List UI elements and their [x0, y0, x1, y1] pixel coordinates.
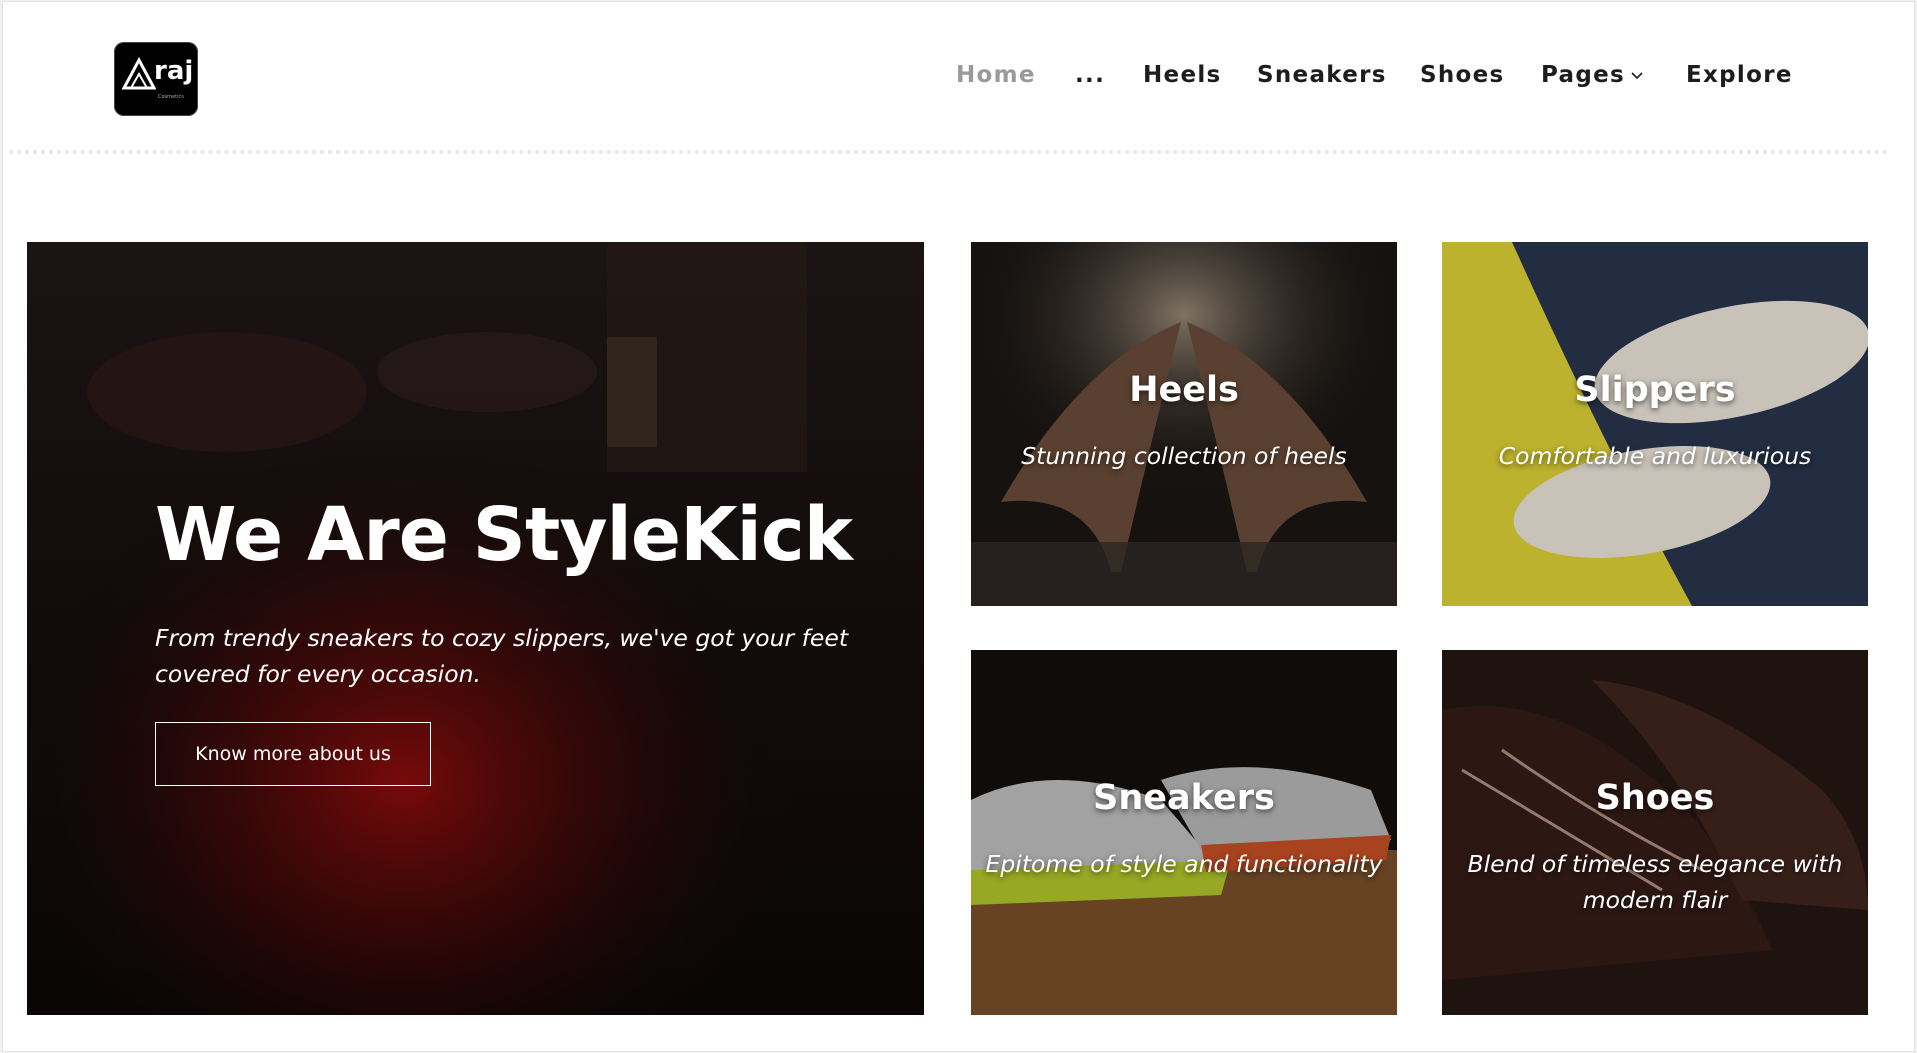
- slippers-title: Slippers: [1574, 370, 1736, 410]
- shoes-image: [1442, 650, 1868, 1015]
- hero-banner: We Are StyleKick From trendy sneakers to…: [27, 242, 924, 1015]
- nav-item-shoes[interactable]: Shoes: [1420, 62, 1505, 88]
- nav-item-heels[interactable]: Heels: [1143, 62, 1222, 88]
- category-card-heels[interactable]: Heels Stunning collection of heels: [971, 242, 1397, 606]
- nav-item-more[interactable]: ...: [1075, 62, 1105, 88]
- sneakers-image: [971, 650, 1397, 1015]
- logo-subtext: Cosmetics: [158, 94, 184, 100]
- sneakers-title: Sneakers: [1093, 778, 1275, 818]
- heels-subtitle: Stunning collection of heels: [1021, 442, 1347, 470]
- category-card-sneakers[interactable]: Sneakers Epitome of style and functional…: [971, 650, 1397, 1015]
- chevron-down-icon: [1631, 71, 1643, 79]
- slippers-image: [1442, 242, 1868, 606]
- shoes-title: Shoes: [1595, 778, 1715, 818]
- nav-item-home[interactable]: Home: [956, 62, 1036, 88]
- nav-item-pages-label: Pages: [1541, 62, 1626, 88]
- hero-title: We Are StyleKick: [155, 492, 853, 578]
- site-header: raj Cosmetics Home ... Heels Sneakers Sh…: [3, 2, 1914, 150]
- know-more-button[interactable]: Know more about us: [155, 722, 431, 786]
- header-divider: [9, 150, 1889, 154]
- page-frame: raj Cosmetics Home ... Heels Sneakers Sh…: [2, 1, 1915, 1052]
- category-card-slippers[interactable]: Slippers Comfortable and luxurious: [1442, 242, 1868, 606]
- logo-triangle-icon: [122, 56, 156, 90]
- brand-logo[interactable]: raj Cosmetics: [114, 42, 198, 116]
- sneakers-subtitle: Epitome of style and functionality: [985, 850, 1383, 878]
- nav-item-explore[interactable]: Explore: [1686, 62, 1793, 88]
- heels-title: Heels: [1129, 370, 1239, 410]
- hero-subtitle: From trendy sneakers to cozy slippers, w…: [155, 624, 849, 688]
- slippers-subtitle: Comfortable and luxurious: [1498, 442, 1812, 470]
- shoes-subtitle: Blend of timeless elegance with modern f…: [1467, 850, 1843, 914]
- heels-image: [971, 242, 1397, 606]
- category-card-shoes[interactable]: Shoes Blend of timeless elegance with mo…: [1442, 650, 1868, 1015]
- nav-item-sneakers[interactable]: Sneakers: [1257, 62, 1387, 88]
- nav-item-pages[interactable]: Pages: [1541, 62, 1643, 88]
- logo-text: raj: [154, 56, 194, 86]
